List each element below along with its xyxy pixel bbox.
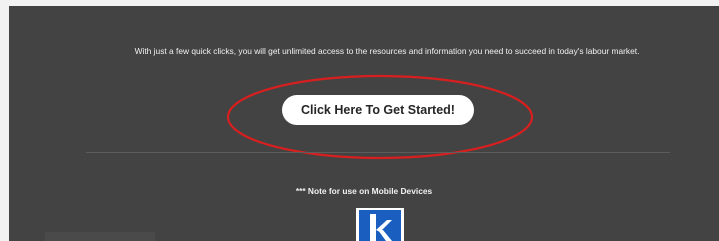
mobile-note-text: *** Note for use on Mobile Devices	[295, 186, 433, 196]
footer-placeholder	[45, 232, 155, 241]
content-panel: With just a few quick clicks, you will g…	[9, 6, 719, 241]
k-logo-icon	[356, 208, 404, 241]
divider	[86, 152, 670, 153]
get-started-button[interactable]: Click Here To Get Started!	[282, 95, 474, 125]
intro-text: With just a few quick clicks, you will g…	[134, 46, 640, 56]
